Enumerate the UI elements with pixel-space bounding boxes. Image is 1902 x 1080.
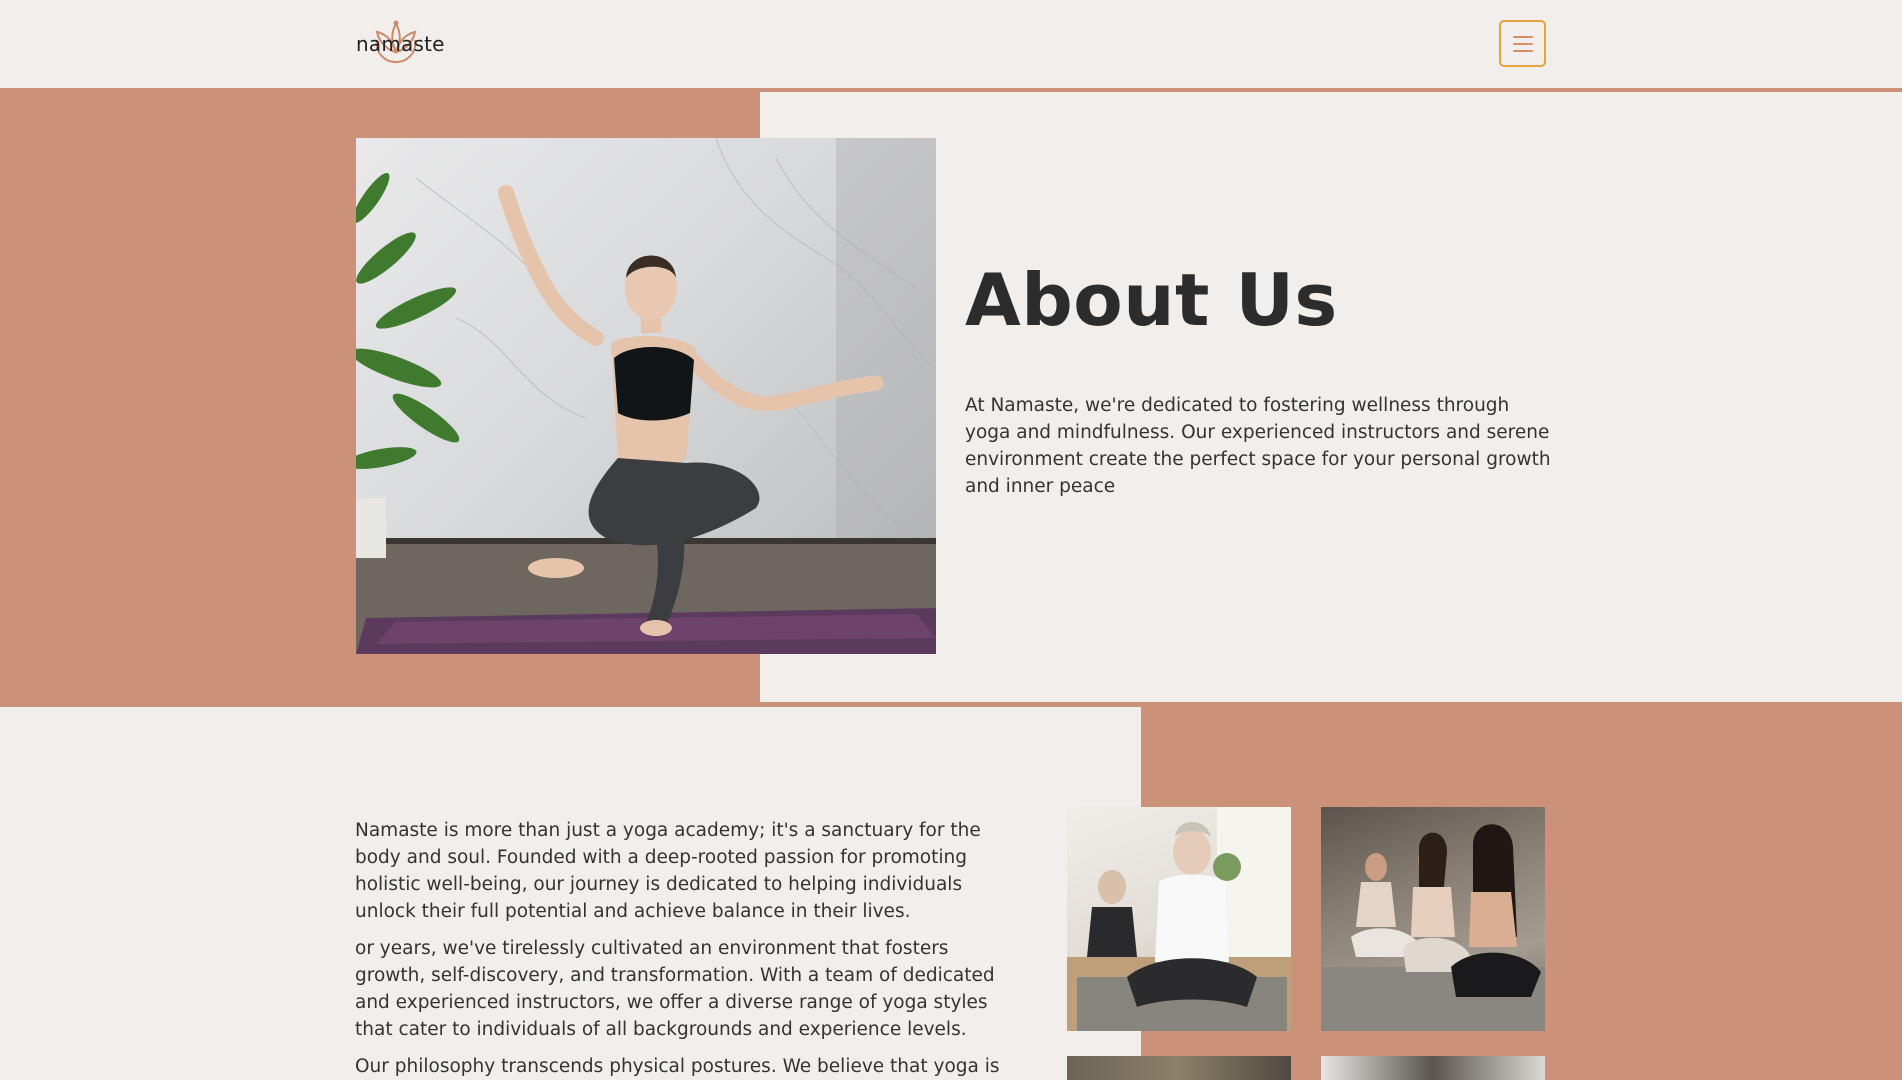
hamburger-menu-icon (1512, 35, 1533, 38)
story-text-block: Namaste is more than just a yoga academy… (355, 817, 1015, 1080)
logo-wordmark: namaste (356, 32, 445, 56)
hero-description: At Namaste, we're dedicated to fostering… (965, 395, 1551, 497)
gallery-photo-meditation (1067, 807, 1291, 1031)
hero-yoga-photo (356, 138, 936, 654)
gallery-photo-group-class (1321, 807, 1545, 1031)
gallery-photo-4 (1321, 1056, 1545, 1080)
story-paragraph: Our philosophy transcends physical postu… (355, 1056, 1000, 1077)
site-header: namaste (0, 0, 1902, 88)
story-paragraph: Namaste is more than just a yoga academy… (355, 820, 981, 922)
hamburger-menu-button[interactable] (1499, 20, 1546, 67)
gallery-photo-3 (1067, 1056, 1291, 1080)
hero-top-divider (760, 88, 1902, 92)
site-logo[interactable]: namaste (355, 20, 444, 66)
page-title: About Us (965, 258, 1338, 342)
story-paragraph: or years, we've tirelessly cultivated an… (355, 938, 995, 1040)
